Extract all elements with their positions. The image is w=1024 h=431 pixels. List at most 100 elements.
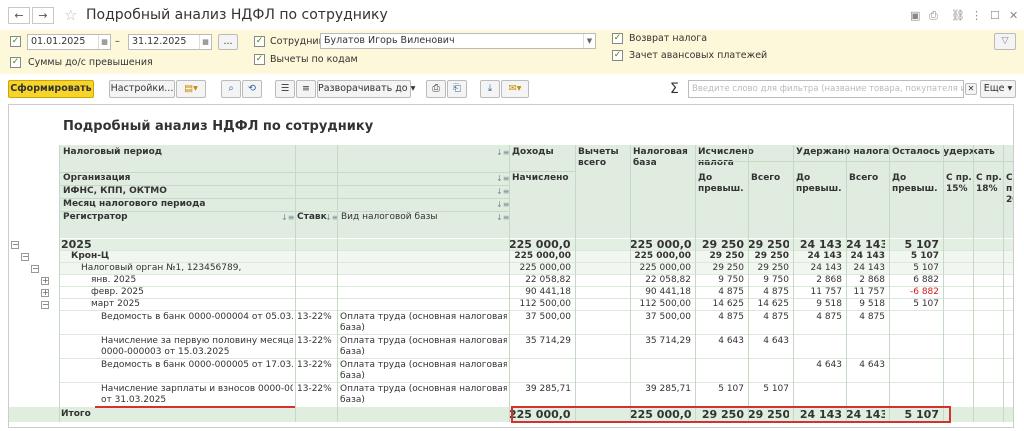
sort-icon: ↓≡	[496, 148, 510, 157]
favorite-star-icon[interactable]: ☆	[64, 6, 77, 24]
date-to-input[interactable]: 31.12.2025 ▦	[128, 34, 212, 50]
header-calc-total: Всего	[751, 173, 781, 183]
clear-search-icon[interactable]: ✕	[965, 83, 977, 95]
filter-search-input[interactable]: Введите слово для фильтра (название това…	[688, 80, 964, 98]
close-icon[interactable]: ✕	[1009, 9, 1018, 22]
offset-checkbox[interactable]: ✓	[612, 50, 623, 61]
header-deductions: Вычеты всего	[578, 147, 619, 168]
more-button[interactable]: Еще ▾	[980, 80, 1016, 98]
date-from-input[interactable]: 01.01.2025 ▦	[27, 34, 111, 50]
row-divider	[59, 310, 1013, 311]
period-select-button[interactable]: ...	[218, 34, 238, 50]
header-month: Месяц налогового периода	[63, 199, 206, 209]
cell-rb: -6 882	[909, 287, 939, 297]
search-cancel-icon[interactable]: ⟲	[242, 80, 262, 98]
sums-checkbox[interactable]: ✓	[10, 57, 21, 68]
base-type-line-2: база)	[340, 323, 365, 333]
save-icon[interactable]: ▣	[910, 9, 920, 22]
mail-icon[interactable]: ✉▾	[501, 80, 529, 98]
print-icon[interactable]: ⎙	[929, 9, 938, 23]
row-label: март 2025	[91, 299, 141, 309]
variants-icon[interactable]: ▤▾	[176, 80, 206, 98]
cell-cb: 14 625	[712, 299, 745, 309]
cell-base: 39 285,71	[645, 384, 691, 394]
base-type-line-2: база)	[340, 371, 365, 381]
link-icon[interactable]: ⛓	[951, 9, 965, 22]
header-income: Доходы	[512, 147, 554, 157]
header-period: Налоговый период	[63, 147, 163, 157]
header-rate-18: С пр. 18%	[976, 173, 1002, 194]
cell-rb: 5 107	[913, 263, 939, 273]
cell-wt: 24 143	[853, 263, 886, 273]
maximize-icon[interactable]: ☐	[990, 9, 1000, 22]
header-withheld-total: Всего	[849, 173, 879, 183]
header-divider	[59, 185, 509, 186]
grouping-icon[interactable]: ☰	[275, 80, 295, 98]
column-divider	[337, 145, 338, 422]
cell-cb: 4 875	[718, 287, 744, 297]
row-label: янв. 2025	[91, 275, 137, 285]
employee-checkbox[interactable]: ✓	[254, 36, 265, 47]
registrar-line-2: от 31.03.2025	[101, 395, 167, 405]
cell-wb: 9 518	[816, 299, 842, 309]
return-checkbox[interactable]: ✓	[612, 33, 623, 44]
filter-icon[interactable]: ▽	[994, 33, 1016, 50]
header-divider	[59, 198, 509, 199]
deductions-label: Вычеты по кодам	[270, 54, 358, 65]
registrar-underline	[95, 406, 295, 408]
cell-wt: 2 868	[859, 275, 885, 285]
collapse-icon: −	[21, 252, 29, 261]
deductions-checkbox[interactable]: ✓	[254, 54, 265, 65]
preview-icon[interactable]: ⎗	[447, 80, 467, 98]
column-divider	[793, 145, 794, 422]
header-withheld-before: До превыш.	[796, 173, 842, 194]
back-button[interactable]: ←	[8, 7, 30, 24]
expand-icon: +	[41, 288, 49, 297]
cell-wb: 24 143	[810, 263, 843, 273]
command-bar: Сформировать Настройки... ▤▾ ⌕ ⟲ ☰ ≡ Раз…	[0, 76, 1024, 102]
row-label: Налоговый орган №1, 123456789,	[81, 263, 242, 273]
cell-ct: 14 625	[757, 299, 790, 309]
cell-cb: 4 643	[718, 336, 744, 346]
cell-base: 37 500,00	[645, 312, 691, 322]
date-to-value: 31.12.2025	[132, 36, 187, 47]
generate-button[interactable]: Сформировать	[8, 80, 94, 98]
title-bar: ← → ☆ Подробный анализ НДФЛ по сотрудник…	[0, 0, 1024, 30]
row-label: Крон-Ц	[71, 251, 110, 261]
cell-base: 112 500,00	[639, 299, 691, 309]
expand-to-dropdown[interactable]: Разворачивать до ▾	[317, 80, 415, 98]
cell-income: 90 441,18	[525, 287, 571, 297]
header-registrar: Регистратор	[63, 212, 128, 222]
expand-icon: +	[41, 276, 49, 285]
rate-cell: 13-22%	[297, 384, 332, 394]
forward-button[interactable]: →	[32, 7, 54, 24]
employee-input[interactable]: Булатов Игорь Виленович ▼	[320, 33, 596, 49]
settings-button[interactable]: Настройки...	[109, 80, 175, 98]
cell-wt: 11 757	[853, 287, 886, 297]
dropdown-icon[interactable]: ▼	[583, 34, 595, 48]
report-spreadsheet[interactable]: Подробный анализ НДФЛ по сотруднику Налог…	[8, 104, 1014, 428]
cell-income: 37 500,00	[525, 312, 571, 322]
more-menu-icon[interactable]: ⋮	[971, 9, 982, 22]
print-icon[interactable]: ⎙	[426, 80, 446, 98]
cell-rb: 5 107	[910, 251, 939, 261]
sum-icon[interactable]: Σ	[670, 81, 679, 97]
header-rate: Ставка	[297, 212, 327, 222]
cell-ct: 9 750	[763, 275, 789, 285]
header-remain: Осталось удержать	[892, 147, 995, 157]
column-divider	[748, 145, 749, 422]
search-icon[interactable]: ⌕	[221, 80, 241, 98]
cell-wt: 24 143	[850, 251, 885, 261]
window-title: Подробный анализ НДФЛ по сотруднику	[86, 7, 388, 23]
collapse-icon: −	[31, 264, 39, 273]
sort-icon: ↓≡	[281, 213, 295, 222]
cell-income: 35 714,29	[525, 336, 571, 346]
cell-base: 225 000,00	[639, 263, 691, 273]
export-icon[interactable]: ⤓	[480, 80, 500, 98]
calendar-icon[interactable]: ▦	[98, 35, 110, 49]
registrar-line: Ведомость в банк 0000-000004 от 05.03.20…	[101, 312, 293, 322]
group-expand-icon[interactable]: ≡	[296, 80, 316, 98]
date-from-value: 01.01.2025	[31, 36, 86, 47]
period-checkbox[interactable]: ✓	[10, 36, 21, 47]
calendar-icon[interactable]: ▦	[199, 35, 211, 49]
